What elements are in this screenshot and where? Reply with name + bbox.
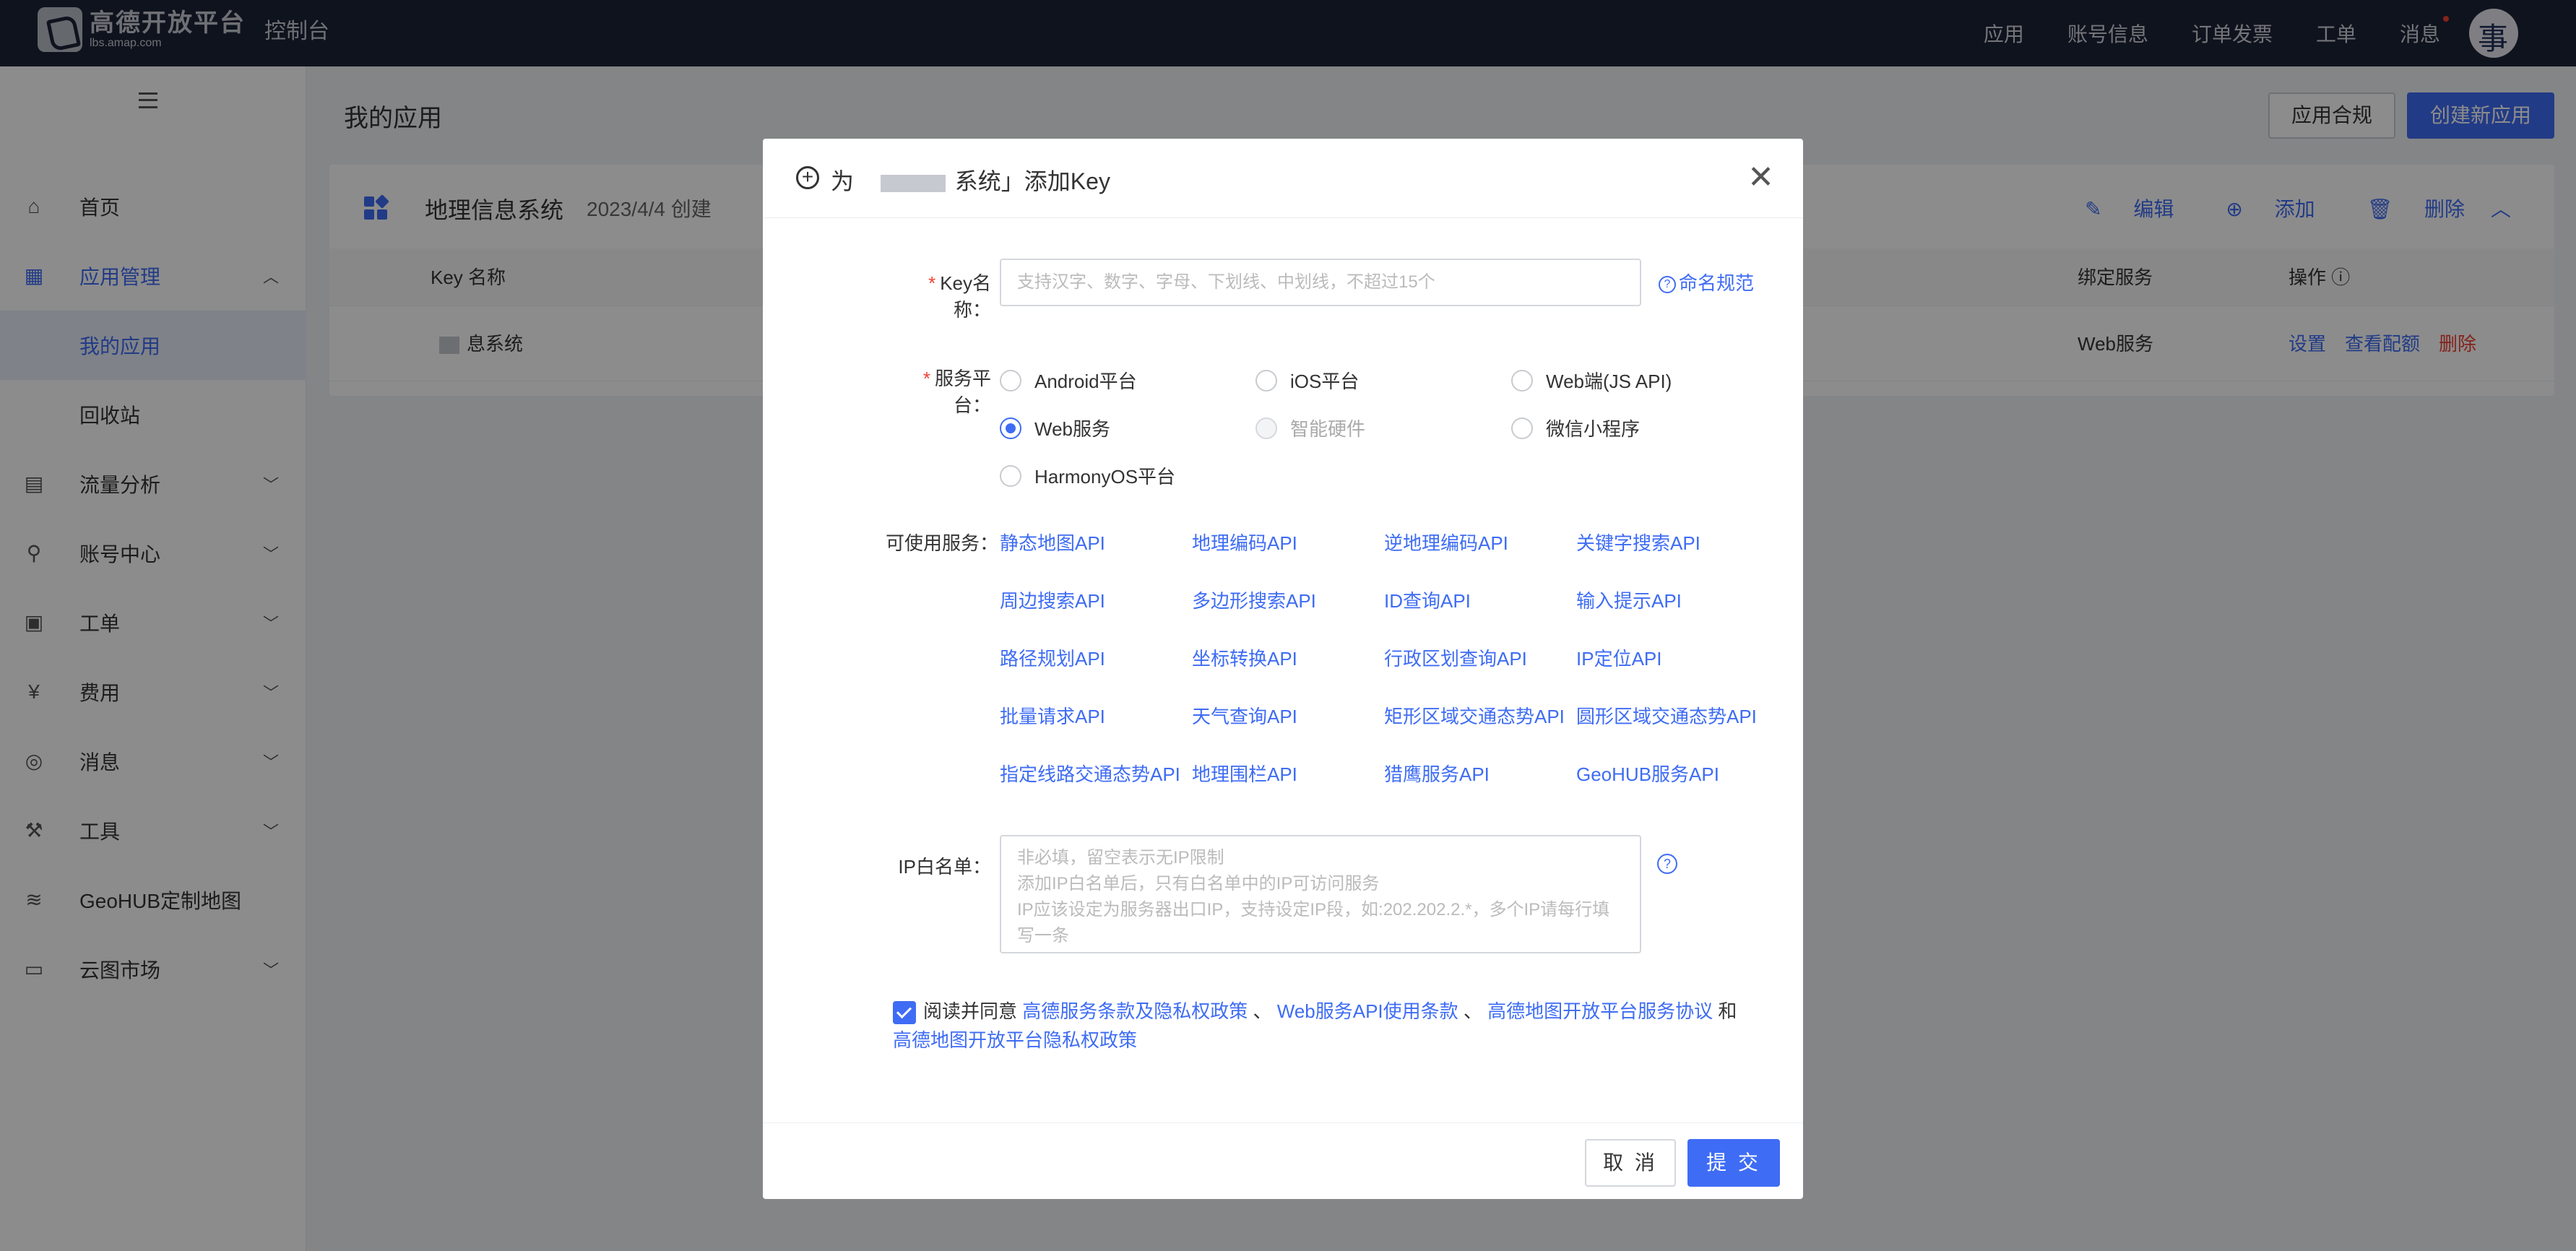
key-name-label: * Key名称：: [928, 272, 991, 321]
service-link[interactable]: 行政区划查询API: [1384, 644, 1527, 671]
modal-title: 为 系统」添加Key: [831, 163, 1110, 196]
submit-button[interactable]: 提 交: [1687, 1139, 1780, 1187]
service-link[interactable]: 地理编码API: [1192, 529, 1297, 555]
radio-label: Web服务: [1034, 418, 1110, 440]
service-link[interactable]: 周边搜索API: [1000, 586, 1105, 613]
radio-web-service[interactable]: Web服务: [1000, 415, 1110, 441]
radio-wechat-miniprogram[interactable]: 微信小程序: [1511, 415, 1640, 441]
service-link[interactable]: 矩形区域交通态势API: [1384, 702, 1565, 729]
service-link[interactable]: 输入提示API: [1576, 586, 1682, 613]
modal-title-prefix: 为: [831, 168, 855, 194]
modal-footer: 取 消 提 交: [763, 1122, 1803, 1199]
radio-harmonyos[interactable]: HarmonyOS平台: [1000, 462, 1175, 489]
modal-header: + 为 系统」添加Key ✕: [763, 139, 1803, 218]
radio-circle: [1000, 464, 1021, 487]
radio-circle: [1255, 369, 1277, 391]
ip-whitelist-textarea[interactable]: 非必填，留空表示无IP限制 添加IP白名单后，只有白名单中的IP可访问服务 IP…: [1000, 835, 1641, 953]
radio-circle: [1511, 369, 1533, 391]
service-link[interactable]: ID查询API: [1384, 586, 1471, 613]
redacted-block: [880, 174, 946, 192]
modal-title-suffix: 系统」添加Key: [954, 168, 1110, 194]
service-link[interactable]: 指定线路交通态势API: [1000, 760, 1180, 787]
radio-ios[interactable]: iOS平台: [1255, 367, 1359, 394]
radio-circle: [1000, 369, 1021, 391]
service-link[interactable]: 坐标转换API: [1192, 644, 1297, 671]
radio-label: 智能硬件: [1290, 418, 1366, 440]
terms-link-4[interactable]: 高德地图开放平台隐私权政策: [893, 1029, 1137, 1051]
service-link[interactable]: 圆形区域交通态势API: [1576, 702, 1757, 729]
terms-link-2[interactable]: Web服务API使用条款: [1277, 1000, 1458, 1022]
radio-smart-hardware: 智能硬件: [1255, 415, 1365, 441]
radio-circle: [1511, 417, 1533, 439]
agree-text: 阅读并同意: [923, 1000, 1018, 1022]
service-link[interactable]: 关键字搜索API: [1576, 529, 1700, 555]
separator: 、: [1463, 1000, 1482, 1022]
ip-help-icon[interactable]: ?: [1657, 854, 1677, 874]
radio-circle: [1000, 417, 1021, 439]
radio-circle: [1255, 417, 1277, 439]
close-icon[interactable]: ✕: [1747, 159, 1774, 196]
radio-label: Android平台: [1034, 371, 1137, 392]
service-link[interactable]: IP定位API: [1576, 644, 1661, 671]
radio-label: Web端(JS API): [1546, 371, 1672, 392]
service-link[interactable]: 多边形搜索API: [1192, 586, 1316, 613]
services-label: 可使用服务：: [886, 532, 999, 554]
add-key-modal: + 为 系统」添加Key ✕ * Key名称： 支持汉字、数字、字母、下划线、中划…: [763, 139, 1803, 1199]
service-link[interactable]: GeoHUB服务API: [1576, 760, 1719, 787]
agree-checkbox[interactable]: [893, 1001, 916, 1025]
terms-link-3[interactable]: 高德地图开放平台服务协议: [1487, 1000, 1713, 1022]
key-name-input[interactable]: 支持汉字、数字、字母、下划线、中划线，不超过15个: [1000, 259, 1641, 306]
service-link[interactable]: 逆地理编码API: [1384, 529, 1508, 555]
agreement: 阅读并同意 高德服务条款及隐私权政策 、 Web服务API使用条款 、 高德地图…: [893, 997, 1745, 1055]
plus-circle-icon: +: [796, 166, 819, 189]
service-link[interactable]: 地理围栏API: [1192, 760, 1297, 787]
platform-label-text: 服务平台：: [934, 368, 991, 416]
service-link[interactable]: 静态地图API: [1000, 529, 1105, 555]
ip-whitelist-label: IP白名单：: [898, 856, 991, 878]
key-name-label-text: Key名称：: [940, 272, 991, 321]
and-text: 和: [1718, 1000, 1737, 1022]
cancel-button[interactable]: 取 消: [1585, 1139, 1676, 1187]
terms-link-1[interactable]: 高德服务条款及隐私权政策: [1022, 1000, 1248, 1022]
service-link[interactable]: 猎鹰服务API: [1384, 760, 1490, 787]
radio-label: 微信小程序: [1546, 418, 1641, 440]
radio-web-js[interactable]: Web端(JS API): [1511, 367, 1672, 394]
service-link[interactable]: 批量请求API: [1000, 702, 1105, 729]
service-link[interactable]: 天气查询API: [1192, 702, 1297, 729]
service-link[interactable]: 路径规划API: [1000, 644, 1105, 671]
separator: 、: [1253, 1000, 1272, 1022]
radio-label: HarmonyOS平台: [1034, 466, 1176, 488]
radio-android[interactable]: Android平台: [1000, 367, 1137, 394]
platform-label: * 服务平台：: [922, 368, 991, 416]
question-icon: ?: [1659, 276, 1676, 294]
naming-rule-link[interactable]: ? 命名规范: [1659, 269, 1754, 295]
radio-label: iOS平台: [1290, 371, 1360, 392]
naming-rule-label: 命名规范: [1679, 272, 1755, 294]
